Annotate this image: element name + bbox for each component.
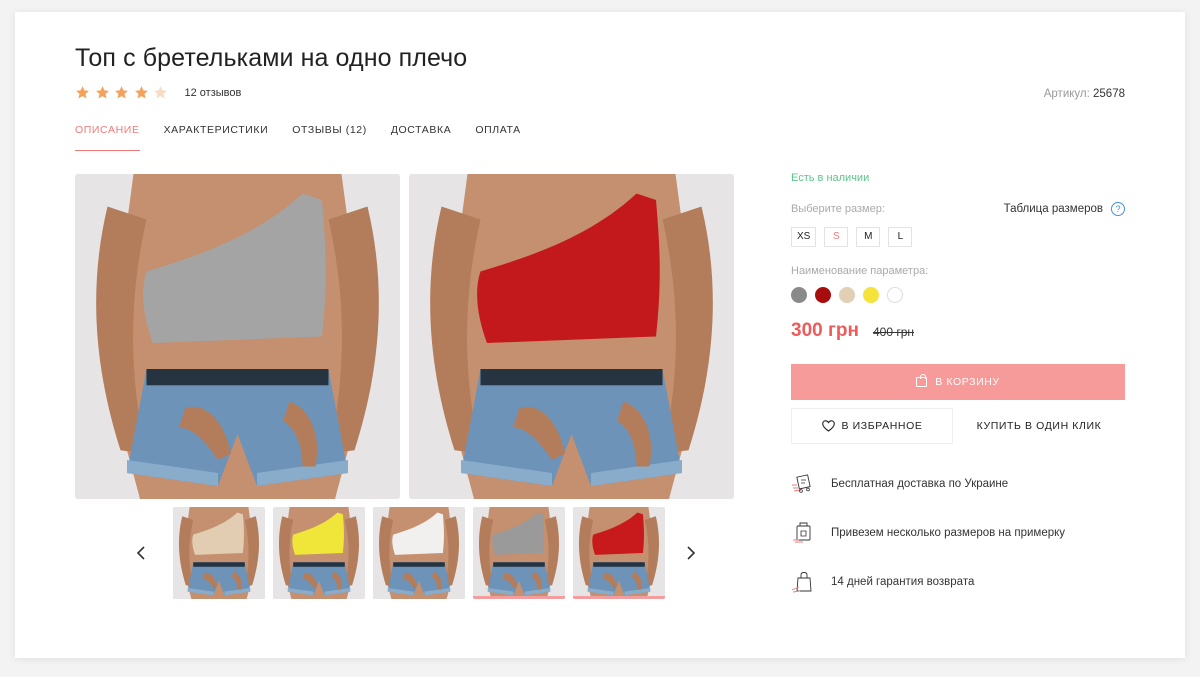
feature-item: 14 дней гарантия возврата xyxy=(791,570,1125,594)
tab-reviews[interactable]: ОТЗЫВЫ (12) xyxy=(292,124,367,151)
star-icon xyxy=(134,85,149,100)
color-swatch-3[interactable] xyxy=(839,287,855,303)
size-option-s[interactable]: S xyxy=(824,227,849,247)
color-swatch-1[interactable] xyxy=(791,287,807,303)
stock-status: Есть в наличии xyxy=(791,172,870,184)
star-icon xyxy=(114,85,129,100)
size-label: Выберите размер: xyxy=(791,203,885,215)
tab-description[interactable]: ОПИСАНИЕ xyxy=(75,124,140,151)
delivery-icon xyxy=(792,474,811,493)
question-icon[interactable]: ? xyxy=(1111,202,1125,216)
thumbnail-carousel xyxy=(135,507,697,599)
tab-characteristics[interactable]: ХАРАКТЕРИСТИКИ xyxy=(164,124,269,151)
current-price: 300 грн xyxy=(791,320,859,341)
thumbnail-5[interactable] xyxy=(573,507,665,599)
size-table-label: Таблица размеров xyxy=(1003,203,1103,215)
rating-stars xyxy=(75,85,173,100)
chevron-right-icon[interactable] xyxy=(683,544,697,562)
add-to-cart-button[interactable]: В КОРЗИНУ xyxy=(791,364,1125,400)
star-icon xyxy=(95,85,110,100)
size-option-xs[interactable]: XS xyxy=(791,227,817,247)
feature-fitting: Привезем несколько размеров на примерку xyxy=(831,527,1066,539)
star-icon xyxy=(153,85,168,100)
tab-delivery[interactable]: ДОСТАВКА xyxy=(391,124,452,151)
size-options: XS S M L xyxy=(791,227,1125,247)
favorites-label: В ИЗБРАННОЕ xyxy=(841,420,923,432)
features-list: Бесплатная доставка по Украине Привезем … xyxy=(791,472,1125,594)
color-swatch-5[interactable] xyxy=(887,287,903,303)
product-tabs: ОПИСАНИЕ ХАРАКТЕРИСТИКИ ОТЗЫВЫ (12) ДОСТ… xyxy=(75,124,545,151)
chevron-left-icon[interactable] xyxy=(135,544,149,562)
size-option-l[interactable]: L xyxy=(888,227,913,247)
add-to-cart-label: В КОРЗИНУ xyxy=(935,376,1000,388)
feature-item: Бесплатная доставка по Украине xyxy=(791,472,1125,496)
sku: Артикул: 25678 xyxy=(1044,88,1125,100)
thumbnail-list xyxy=(173,507,673,599)
color-swatch-4[interactable] xyxy=(863,287,879,303)
secondary-buttons: В ИЗБРАННОЕ КУПИТЬ В ОДИН КЛИК xyxy=(791,408,1125,444)
thumbnail-1[interactable] xyxy=(173,507,265,599)
main-photo-grey[interactable] xyxy=(75,174,400,499)
size-table-link[interactable]: Таблица размеров ? xyxy=(1004,202,1125,216)
param-label: Наименование параметра: xyxy=(791,265,929,277)
star-icon xyxy=(75,85,90,100)
page-title: Топ с бретельками на одно плечо xyxy=(75,44,468,72)
product-card: Топ с бретельками на одно плечо 12 отзыв… xyxy=(15,12,1185,658)
color-swatch-2[interactable] xyxy=(815,287,831,303)
size-option-m[interactable]: M xyxy=(856,227,881,247)
purchase-panel: Есть в наличии Выберите размер: Таблица … xyxy=(791,172,1125,619)
reviews-link[interactable]: 12 отзывов xyxy=(185,87,242,99)
feature-delivery: Бесплатная доставка по Украине xyxy=(831,478,1009,490)
heart-icon xyxy=(821,420,835,432)
tab-payment[interactable]: ОПЛАТА xyxy=(475,124,520,151)
feature-item: Привезем несколько размеров на примерку xyxy=(791,521,1125,545)
shopping-bag-icon xyxy=(791,572,812,593)
feature-return: 14 дней гарантия возврата xyxy=(831,576,975,588)
main-photo-red[interactable] xyxy=(409,174,734,499)
add-to-favorites-button[interactable]: В ИЗБРАННОЕ xyxy=(791,408,953,444)
sku-label: Артикул: xyxy=(1043,88,1090,100)
old-price: 400 грн xyxy=(872,325,915,339)
buy-one-click-button[interactable]: КУПИТЬ В ОДИН КЛИК xyxy=(953,408,1125,444)
thumbnail-3[interactable] xyxy=(373,507,465,599)
thumbnail-4[interactable] xyxy=(473,507,565,599)
sku-value: 25678 xyxy=(1093,88,1125,100)
size-row: Выберите размер: Таблица размеров ? xyxy=(791,202,1125,216)
rating: 12 отзывов xyxy=(75,85,241,100)
fitting-box-icon xyxy=(793,522,811,543)
price-row: 300 грн 400 грн xyxy=(791,320,1125,342)
thumbnail-2[interactable] xyxy=(273,507,365,599)
color-swatches xyxy=(791,287,1125,303)
bag-icon xyxy=(916,374,928,387)
